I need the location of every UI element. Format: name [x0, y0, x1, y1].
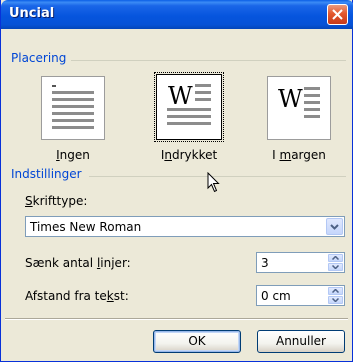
lines-spinner[interactable]: 3 — [256, 252, 345, 273]
placement-group-label: Placering — [11, 51, 67, 65]
font-label: Skrifttype: — [25, 194, 88, 208]
font-dropdown-button[interactable] — [326, 218, 343, 235]
close-button[interactable] — [327, 4, 348, 25]
placement-none-tile[interactable] — [41, 76, 105, 140]
arrow-up-icon — [332, 256, 339, 260]
cancel-button[interactable]: Annuller — [257, 330, 345, 353]
placement-dropped-label: Indrykket — [160, 148, 218, 162]
distance-spinner-value: 0 cm — [261, 289, 291, 303]
distance-label: Afstand fra tekst: — [25, 289, 129, 303]
settings-group-label: Indstillinger — [11, 167, 82, 181]
placement-none-label: Ingen — [56, 148, 90, 162]
drop-cap-none-icon — [52, 85, 94, 129]
font-select-value: Times New Roman — [30, 220, 142, 234]
mouse-pointer-icon — [207, 172, 220, 193]
lines-label: Sænk antal linjer: — [25, 256, 131, 270]
distance-decrease-button[interactable] — [328, 296, 343, 304]
close-icon — [332, 9, 343, 20]
window-title: Uncial — [9, 6, 55, 21]
font-select[interactable]: Times New Roman — [25, 216, 345, 237]
drop-cap-dropped-icon: W — [167, 82, 211, 125]
lines-spinner-value: 3 — [261, 256, 269, 270]
arrow-up-icon — [332, 289, 339, 293]
dialog-window: Uncial Placering Ingen W Indrykket W I m… — [0, 0, 353, 362]
placement-dropped-tile[interactable]: W — [154, 72, 224, 142]
lines-decrease-button[interactable] — [328, 263, 343, 271]
distance-increase-button[interactable] — [328, 287, 343, 295]
distance-spinner[interactable]: 0 cm — [256, 285, 345, 306]
svg-text:W: W — [278, 85, 303, 113]
svg-text:W: W — [168, 82, 193, 110]
placement-group-divider — [71, 60, 346, 61]
chevron-down-icon — [330, 224, 339, 230]
placement-margin-label: I margen — [272, 148, 326, 162]
arrow-down-icon — [332, 298, 339, 302]
ok-button[interactable]: OK — [153, 330, 241, 353]
title-bar[interactable]: Uncial — [1, 0, 353, 29]
placement-margin-tile[interactable]: W — [267, 76, 331, 140]
lines-increase-button[interactable] — [328, 254, 343, 262]
button-separator — [5, 318, 348, 320]
arrow-down-icon — [332, 265, 339, 269]
drop-cap-margin-icon: W — [278, 85, 320, 118]
